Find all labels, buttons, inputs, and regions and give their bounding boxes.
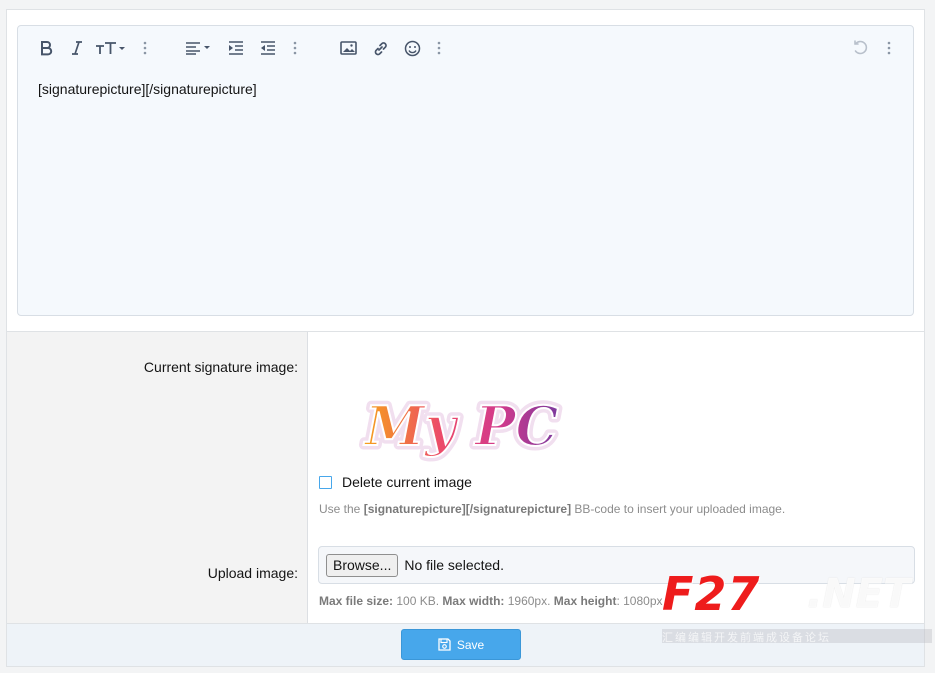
outdent-icon[interactable] [260, 37, 276, 59]
delete-image-checkbox[interactable] [319, 475, 332, 489]
bbcode-hint: Use the [signaturepicture][/signaturepic… [319, 502, 786, 516]
signature-text: My PC [363, 394, 559, 458]
image-icon[interactable] [339, 37, 357, 59]
more-vertical-icon[interactable] [884, 37, 894, 59]
save-icon [438, 638, 451, 651]
editor-content-area[interactable] [19, 70, 912, 314]
smile-icon[interactable] [403, 37, 421, 59]
link-icon[interactable] [371, 37, 389, 59]
italic-icon[interactable] [70, 37, 84, 59]
upload-limits-hint: Max file size: 100 KB. Max width: 1960px… [319, 594, 663, 608]
bold-icon[interactable] [38, 37, 54, 59]
label-column: Current signature image: Upload image: [7, 332, 308, 624]
undo-icon[interactable] [852, 37, 870, 59]
rich-text-editor: [signaturepicture][/signaturepicture] [17, 25, 914, 316]
font-size-icon[interactable] [95, 37, 127, 59]
file-status: No file selected. [404, 557, 504, 573]
form-footer: Save [7, 623, 924, 666]
save-button[interactable]: Save [401, 629, 521, 660]
browse-button[interactable]: Browse... [326, 553, 399, 577]
align-left-icon[interactable] [185, 37, 213, 59]
indent-icon[interactable] [228, 37, 244, 59]
editor-toolbar [18, 26, 913, 70]
more-vertical-icon[interactable] [290, 37, 300, 59]
upload-image-label: Upload image: [207, 565, 298, 581]
signature-form: [signaturepicture][/signaturepicture] Cu… [6, 9, 932, 667]
more-vertical-icon[interactable] [434, 37, 444, 59]
current-signature-image: My PC My PC [359, 390, 564, 463]
editor-content-text[interactable]: [signaturepicture][/signaturepicture] [38, 81, 257, 97]
file-upload-field[interactable]: Browse... No file selected. [318, 546, 915, 584]
delete-image-checkbox-row[interactable]: Delete current image [319, 474, 472, 490]
current-signature-label: Current signature image: [143, 359, 298, 375]
save-label: Save [456, 637, 485, 652]
more-vertical-icon[interactable] [140, 37, 150, 59]
delete-image-label: Delete current image [342, 474, 472, 490]
